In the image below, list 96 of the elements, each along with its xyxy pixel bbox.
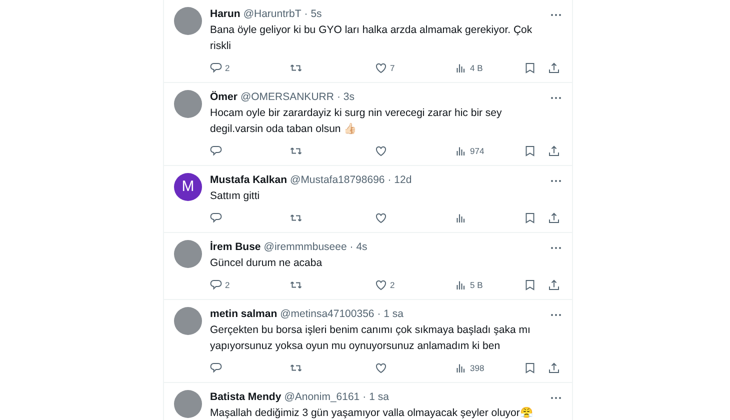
retweet-icon — [290, 62, 302, 74]
post-time[interactable]: · 12d — [388, 173, 412, 188]
post-text: Sattım gitti — [210, 189, 261, 204]
avatar-photo-placeholder[interactable] — [174, 390, 202, 418]
reply-icon — [210, 279, 222, 291]
post-text: Gerçekten bu borsa işleri benim canımı çok sıkmaya başladı şaka mı yapıyorsunuz yoksa oyun mu oynuyorsunuz anlamadım ki ben — [210, 323, 532, 354]
bookmark-button[interactable] — [524, 62, 536, 74]
bar-chart-icon — [455, 62, 467, 74]
share-button[interactable] — [548, 145, 560, 157]
share-icon — [548, 62, 560, 74]
views-button[interactable] — [455, 212, 467, 224]
user-handle[interactable]: @Anonim_6161 — [284, 390, 360, 405]
like-button[interactable] — [375, 212, 387, 224]
share-button[interactable] — [548, 362, 560, 374]
share-icon — [548, 212, 560, 224]
avatar[interactable]: M — [174, 173, 202, 201]
views-button[interactable]: 398 — [455, 362, 484, 374]
reply-icon — [210, 212, 222, 224]
bookmark-icon — [524, 212, 536, 224]
post-time[interactable]: · 5s — [304, 7, 322, 22]
more-options-icon[interactable] — [550, 312, 562, 316]
post-text: Maşallah dediğimiz 3 gün yaşamıyor valla olmayacak şeyler oluyor😤 — [210, 406, 534, 420]
share-icon — [548, 145, 560, 157]
reply-icon — [210, 362, 222, 374]
reply-icon — [210, 145, 222, 157]
user-name[interactable]: metin salman — [210, 307, 278, 322]
avatar-photo-placeholder[interactable] — [174, 7, 202, 35]
bookmark-icon — [524, 62, 536, 74]
retweet-button[interactable] — [290, 212, 302, 224]
bar-chart-icon — [455, 362, 467, 374]
user-name[interactable]: İrem Buse — [210, 240, 261, 255]
bookmark-button[interactable] — [524, 279, 536, 291]
heart-icon — [375, 362, 387, 374]
more-options-icon[interactable] — [550, 12, 562, 16]
retweet-button[interactable] — [290, 145, 302, 157]
post-text: Güncel durum ne acaba — [210, 256, 324, 271]
heart-icon — [375, 279, 387, 291]
bookmark-button[interactable] — [524, 362, 536, 374]
more-options-icon[interactable] — [550, 96, 562, 100]
post-time[interactable]: · 1 sa — [377, 307, 404, 322]
reply-button[interactable] — [210, 212, 222, 224]
user-name[interactable]: Batista Mendy — [210, 390, 282, 405]
heart-icon — [375, 212, 387, 224]
avatar-photo-placeholder[interactable] — [174, 240, 202, 268]
views-button[interactable]: 5 B — [455, 278, 483, 292]
user-name[interactable]: Mustafa Kalkan — [210, 173, 288, 188]
reply-button[interactable]: 2 — [210, 62, 230, 74]
more-options-icon[interactable] — [550, 396, 562, 400]
share-icon — [548, 362, 560, 374]
bookmark-button[interactable] — [524, 145, 536, 157]
bookmark-icon — [524, 362, 536, 374]
retweet-button[interactable] — [290, 279, 302, 291]
user-handle[interactable]: @iremmmbuseee — [264, 240, 347, 255]
reply-icon — [210, 62, 222, 74]
avatar-photo-placeholder[interactable] — [174, 307, 202, 335]
like-button[interactable] — [375, 362, 387, 374]
views-button[interactable]: 4 B — [455, 62, 483, 74]
avatar-photo-placeholder[interactable] — [174, 90, 202, 118]
like-button[interactable] — [375, 145, 387, 157]
retweet-button[interactable] — [290, 62, 302, 74]
like-button[interactable]: 2 — [375, 278, 395, 292]
views-button[interactable]: 974 — [455, 144, 484, 158]
user-handle[interactable]: @Mustafa18798696 — [290, 173, 385, 188]
more-options-icon[interactable] — [550, 246, 562, 250]
retweet-icon — [290, 212, 302, 224]
bookmark-icon — [524, 145, 536, 157]
user-handle[interactable]: @OMERSANKURR — [240, 90, 334, 105]
post-time[interactable]: · 4s — [350, 240, 368, 255]
post-time[interactable]: · 1 sa — [362, 390, 389, 405]
share-icon — [548, 279, 560, 291]
heart-icon — [375, 62, 387, 74]
post-text: Hocam oyle bir zarardayiz ki surg nin verecegi zarar hic bir sey degil.varsin oda taban olsun 👍🏻 — [210, 106, 503, 137]
reply-button[interactable] — [210, 145, 222, 157]
heart-icon — [375, 145, 387, 157]
reply-button[interactable]: 2 — [210, 278, 230, 292]
user-name[interactable]: Ömer — [210, 90, 238, 105]
retweet-button[interactable] — [290, 362, 302, 374]
bar-chart-icon — [455, 145, 467, 157]
share-button[interactable] — [548, 62, 560, 74]
user-handle[interactable]: @metinsa47100356 — [280, 307, 374, 322]
post-time[interactable]: · 3s — [336, 90, 354, 105]
share-button[interactable] — [548, 212, 560, 224]
user-name[interactable]: Harun — [210, 7, 240, 22]
share-button[interactable] — [548, 279, 560, 291]
bar-chart-icon — [455, 279, 467, 291]
bookmark-icon — [524, 279, 536, 291]
retweet-icon — [290, 145, 302, 157]
retweet-icon — [290, 279, 302, 291]
user-handle[interactable]: @HaruntrbT — [243, 7, 302, 22]
bar-chart-icon — [455, 212, 467, 224]
like-button[interactable]: 7 — [375, 62, 395, 74]
post-text: Bana öyle geliyor ki bu GYO ları halka arzda almamak gerekiyor. Çok riskli — [210, 23, 534, 54]
retweet-icon — [290, 362, 302, 374]
bookmark-button[interactable] — [524, 212, 536, 224]
reply-button[interactable] — [210, 362, 222, 374]
more-options-icon[interactable] — [550, 178, 562, 182]
